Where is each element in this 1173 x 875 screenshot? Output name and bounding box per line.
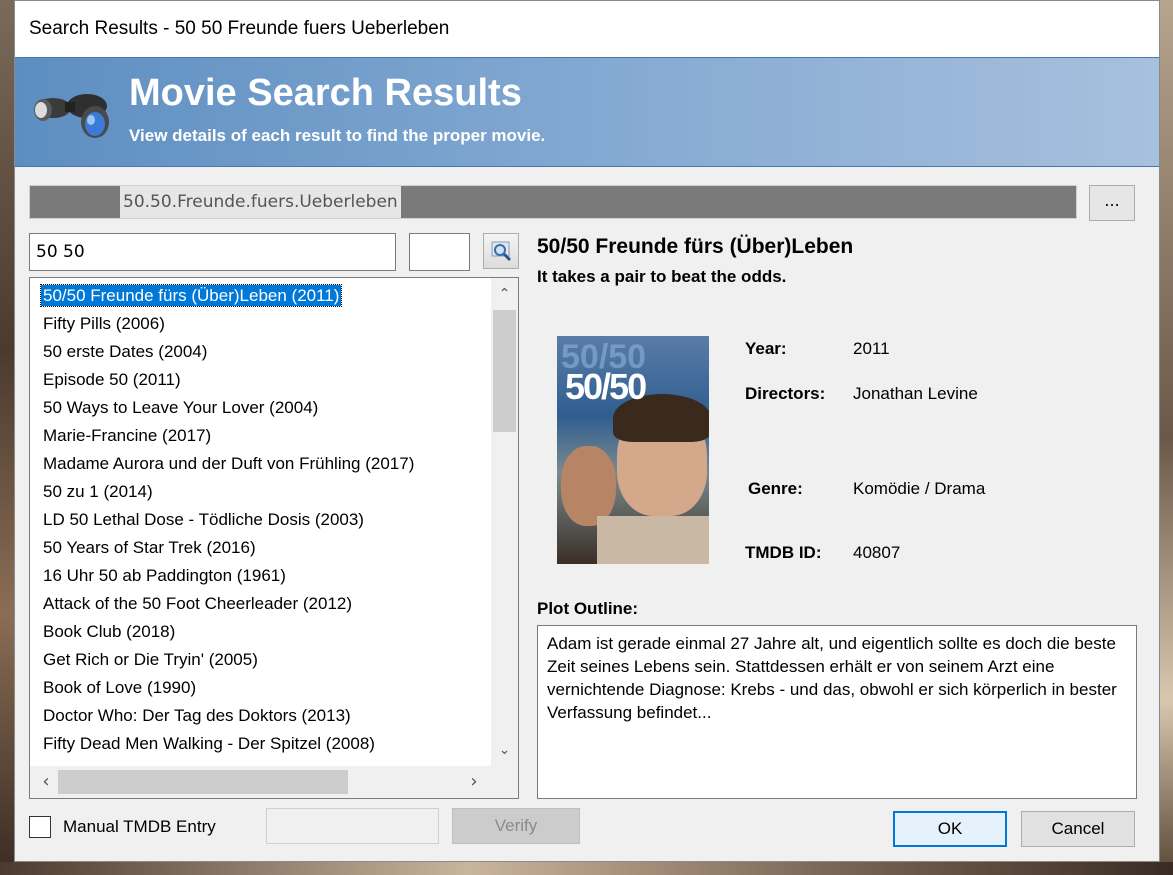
result-item-label: Attack of the 50 Foot Cheerleader (2012) [43, 594, 353, 613]
desktop-background-right [1160, 0, 1173, 875]
genre-label: Genre: [748, 479, 803, 498]
plot-outline-label: Plot Outline: [537, 599, 639, 618]
file-path-value: 50.50.Freunde.fuers.Ueberleben [120, 186, 401, 218]
result-item-label: 16 Uhr 50 ab Paddington (1961) [43, 566, 286, 585]
result-list-item[interactable]: 50 erste Dates (2004) [30, 338, 488, 366]
result-list-item[interactable]: 16 Uhr 50 ab Paddington (1961) [30, 562, 488, 590]
year-label: Year: [745, 339, 787, 358]
result-list-item[interactable]: Book Club (2018) [30, 618, 488, 646]
search-input[interactable]: 50 50 [29, 233, 396, 271]
manual-tmdb-input[interactable] [266, 808, 439, 844]
desktop-background-bottom [0, 862, 1173, 875]
file-path-field[interactable]: 50.50.Freunde.fuers.Ueberleben [29, 185, 1077, 219]
result-list-item[interactable]: Fifty Pills (2006) [30, 310, 488, 338]
header-subtitle: View details of each result to find the … [129, 126, 546, 145]
header-title: Movie Search Results [129, 72, 522, 114]
result-item-label: 50 erste Dates (2004) [43, 342, 208, 361]
result-item-label: Book of Love (1990) [43, 678, 197, 697]
result-list-item[interactable]: 50 zu 1 (2014) [30, 478, 488, 506]
result-item-label: Book Club (2018) [43, 622, 176, 641]
result-item-label: 50 Ways to Leave Your Lover (2004) [43, 398, 319, 417]
poster-figure-shirt [597, 516, 709, 564]
result-item-label: 50 Years of Star Trek (2016) [43, 538, 256, 557]
result-item-label: LD 50 Lethal Dose - Tödliche Dosis (2003… [43, 510, 364, 529]
vertical-scroll-thumb[interactable] [493, 310, 516, 432]
result-item-label: Doctor Who: Der Tag des Doktors (2013) [43, 706, 351, 725]
result-item-label: 50/50 Freunde fürs (Über)Leben (2011) [39, 284, 343, 307]
horizontal-scroll-thumb[interactable] [58, 770, 348, 794]
result-item-label: 50 zu 1 (2014) [43, 482, 153, 501]
title-bar[interactable]: Search Results - 50 50 Freunde fuers Ueb… [15, 1, 1159, 57]
vertical-scrollbar[interactable]: ⌃ ⌄ [491, 278, 518, 766]
result-item-label: Madame Aurora und der Duft von Frühling … [43, 454, 415, 473]
window-title: Search Results - 50 50 Freunde fuers Ueb… [29, 18, 450, 39]
result-list-item[interactable]: Fifty Dead Men Walking - Der Spitzel (20… [30, 730, 488, 758]
scroll-down-icon[interactable]: ⌄ [491, 736, 518, 764]
directors-label: Directors: [745, 384, 826, 403]
cancel-button[interactable]: Cancel [1021, 811, 1135, 847]
result-list-item[interactable]: Doctor Who: Der Tag des Doktors (2013) [30, 702, 488, 730]
ok-button[interactable]: OK [893, 811, 1007, 847]
result-item-label: Marie-Francine (2017) [43, 426, 212, 445]
movie-tagline: It takes a pair to beat the odds. [537, 267, 787, 286]
result-list-item[interactable]: Madame Aurora und der Duft von Frühling … [30, 450, 488, 478]
poster-figure-left [561, 446, 616, 526]
browse-button[interactable]: ... [1089, 185, 1135, 221]
result-item-label: Episode 50 (2011) [43, 370, 181, 389]
result-list-item[interactable]: Get Rich or Die Tryin' (2005) [30, 646, 488, 674]
manual-tmdb-label[interactable]: Manual TMDB Entry [63, 817, 216, 837]
scroll-right-icon[interactable]: › [462, 768, 486, 796]
result-list-item[interactable]: Book of Love (1990) [30, 674, 488, 702]
binoculars-icon [34, 94, 109, 138]
manual-tmdb-checkbox[interactable] [29, 816, 51, 838]
poster-title-text: 50/50 [565, 366, 647, 407]
tmdb-id-label: TMDB ID: [745, 543, 822, 562]
genre-value: Komödie / Drama [853, 479, 986, 498]
result-list-item[interactable]: Marie-Francine (2017) [30, 422, 488, 450]
magnifier-icon [491, 241, 512, 262]
plot-outline-text[interactable]: Adam ist gerade einmal 27 Jahre alt, und… [537, 625, 1137, 799]
result-list-item[interactable]: Attack of the 50 Foot Cheerleader (2012) [30, 590, 488, 618]
desktop-background-left [0, 0, 14, 875]
result-list-item[interactable]: LD 50 Lethal Dose - Tödliche Dosis (2003… [30, 506, 488, 534]
scroll-up-icon[interactable]: ⌃ [491, 280, 518, 308]
result-item-label: Get Rich or Die Tryin' (2005) [43, 650, 258, 669]
results-list: 50/50 Freunde fürs (Über)Leben (2011) Fif… [30, 282, 488, 766]
result-item-label: Fifty Dead Men Walking - Der Spitzel (20… [43, 734, 375, 753]
dialog-header: Movie Search Results View details of eac… [15, 57, 1159, 167]
scroll-left-icon[interactable]: ‹ [34, 768, 58, 796]
result-list-item[interactable]: Episode 50 (2011) [30, 366, 488, 394]
movie-poster: 50/50 50/50 [557, 336, 709, 564]
search-button[interactable] [483, 233, 519, 269]
year-value: 2011 [853, 339, 890, 358]
result-item-label: Fifty Pills (2006) [43, 314, 165, 333]
search-results-dialog: Search Results - 50 50 Freunde fuers Ueb… [14, 0, 1160, 862]
results-listbox[interactable]: 50/50 Freunde fürs (Über)Leben (2011) Fif… [29, 277, 519, 799]
tmdb-id-value: 40807 [853, 543, 901, 562]
year-input[interactable] [409, 233, 470, 271]
horizontal-scrollbar[interactable]: ‹ › [30, 766, 518, 798]
movie-title: 50/50 Freunde fürs (Über)Leben [537, 235, 854, 258]
result-list-item[interactable]: 50/50 Freunde fürs (Über)Leben (2011) [30, 282, 488, 310]
directors-value: Jonathan Levine [853, 384, 978, 403]
verify-button[interactable]: Verify [452, 808, 580, 844]
result-list-item[interactable]: 50 Years of Star Trek (2016) [30, 534, 488, 562]
result-list-item[interactable]: 50 Ways to Leave Your Lover (2004) [30, 394, 488, 422]
